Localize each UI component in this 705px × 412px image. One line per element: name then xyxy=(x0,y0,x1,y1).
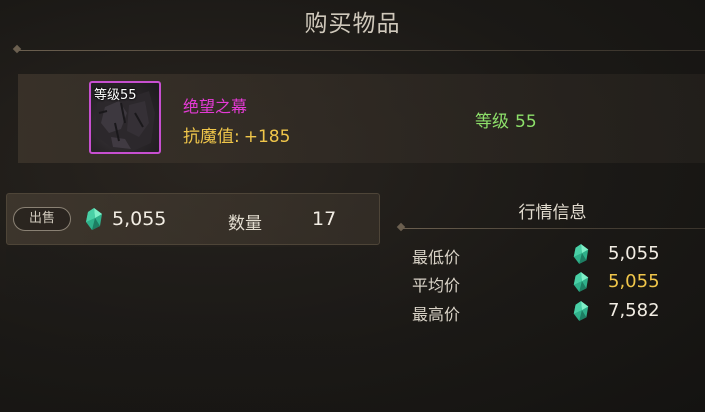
green-gem-icon xyxy=(573,244,589,264)
market-info-title: 行情信息 xyxy=(518,203,587,223)
title-divider-ornament xyxy=(12,44,22,54)
lowest-price-value: 5,055 xyxy=(608,243,660,264)
title-divider xyxy=(18,50,705,51)
green-gem-icon xyxy=(86,208,102,230)
item-name: 绝望之幕 xyxy=(183,97,248,116)
highest-price-label: 最高价 xyxy=(412,305,461,324)
green-gem-icon xyxy=(573,272,589,292)
item-stat-label: 抗魔值: xyxy=(183,127,240,147)
item-stat: 抗魔值: +185 xyxy=(183,122,290,147)
green-gem-icon xyxy=(573,301,589,321)
average-price-value: 5,055 xyxy=(608,271,660,292)
sell-price: 5,055 xyxy=(112,208,167,230)
average-price-label: 平均价 xyxy=(412,276,461,295)
quantity-label: 数量 xyxy=(228,214,262,234)
market-divider xyxy=(402,228,705,229)
highest-price-value: 7,582 xyxy=(608,300,660,321)
item-level-label: 等级 xyxy=(475,112,509,132)
sell-badge: 出售 xyxy=(13,207,71,231)
item-icon-slot[interactable]: 等级55 xyxy=(89,81,161,154)
item-level: 等级 55 xyxy=(475,107,537,132)
item-level-value: 55 xyxy=(515,112,537,132)
window-title: 购买物品 xyxy=(304,11,401,37)
quantity-value[interactable]: 17 xyxy=(312,208,336,230)
item-stat-value: +185 xyxy=(243,127,291,147)
listing-area xyxy=(6,247,380,412)
market-divider-ornament xyxy=(396,222,406,232)
item-level-tag: 等级55 xyxy=(94,88,137,103)
lowest-price-label: 最低价 xyxy=(412,248,461,267)
